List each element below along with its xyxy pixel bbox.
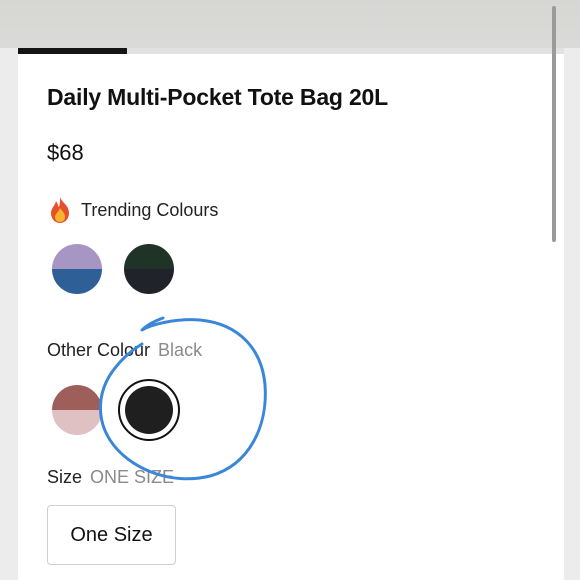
colour-swatch-dark-green[interactable] — [124, 244, 174, 294]
swatch-bottom-half — [52, 410, 102, 435]
other-colour-label: Other Colour — [47, 340, 151, 360]
other-colour-heading: Other Colour Black — [47, 340, 202, 361]
swatch-bottom-half — [124, 269, 174, 294]
swatch-top-half — [124, 244, 174, 269]
fire-icon — [51, 197, 69, 223]
trending-colours-heading: Trending Colours — [47, 196, 218, 224]
product-detail-panel — [18, 48, 564, 580]
gallery-progress-fill — [18, 48, 128, 54]
product-title: Daily Multi-Pocket Tote Bag 20L — [47, 84, 388, 110]
swatch-top-half — [52, 244, 102, 269]
colour-swatch-black-selected[interactable] — [118, 379, 180, 441]
size-option-button[interactable]: One Size — [47, 505, 176, 565]
selected-size-value: ONE SIZE — [90, 467, 175, 487]
gallery-progress-track — [18, 48, 564, 54]
selected-colour-value: Black — [158, 340, 203, 360]
scrollbar-thumb[interactable] — [552, 6, 556, 242]
product-image-strip[interactable] — [0, 0, 580, 48]
colour-swatch-rose[interactable] — [52, 385, 102, 435]
size-label: Size — [47, 467, 83, 487]
colour-swatch-lavender-blue[interactable] — [52, 244, 102, 294]
size-heading: Size ONE SIZE — [47, 467, 174, 488]
swatch-black-fill — [125, 386, 173, 434]
product-price: $68 — [47, 140, 84, 165]
trending-colours-label: Trending Colours — [81, 199, 219, 220]
swatch-bottom-half — [52, 269, 102, 294]
swatch-top-half — [52, 385, 102, 410]
